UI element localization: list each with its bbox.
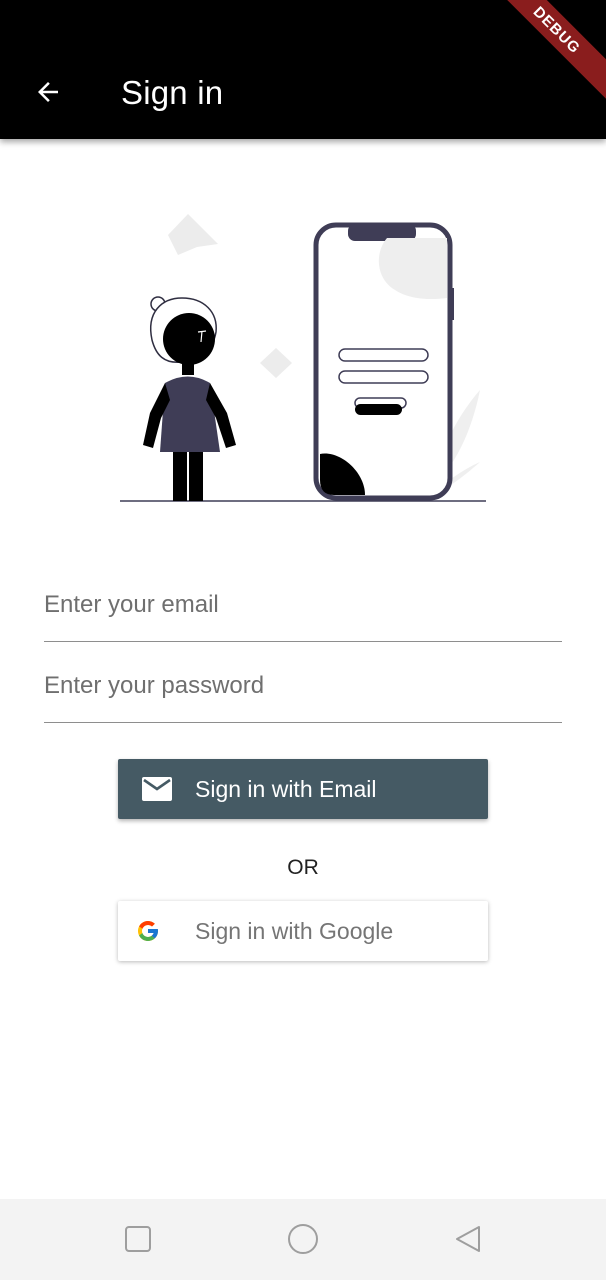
arrow-back-icon [38,82,58,102]
decor-shape [168,214,218,255]
password-field[interactable] [44,658,562,723]
email-field[interactable] [44,577,562,642]
right-leg [189,452,203,501]
sign-in-email-label: Sign in with Email [195,776,377,802]
mail-icon [142,777,172,801]
sign-in-email-button[interactable]: Sign in with Email [118,759,488,819]
head [163,313,215,365]
debug-banner: DEBUG [479,0,606,108]
system-navigation-bar [0,1199,606,1280]
or-divider-text: OR [287,856,319,879]
email-input[interactable] [44,591,562,619]
phone-input-line [338,348,429,362]
recent-apps-square-icon[interactable] [118,1219,158,1259]
neck [182,363,194,375]
decor-shape [260,348,292,378]
sign-in-google-button[interactable]: Sign in with Google [118,901,488,961]
back-button[interactable] [24,68,72,116]
person-with-phone-login-illustration [120,214,486,502]
phone-button [355,404,402,415]
google-g-icon [138,921,158,941]
sign-in-google-label: Sign in with Google [195,918,394,944]
password-input[interactable] [44,672,562,700]
phone-side-button [450,288,454,320]
home-circle-icon[interactable] [283,1219,323,1259]
page-title: Sign in [121,74,224,111]
phone-input-line [338,370,429,384]
app-bar: Sign in DEBUG [0,0,606,139]
left-leg [173,452,187,501]
back-triangle-icon[interactable] [448,1219,488,1259]
